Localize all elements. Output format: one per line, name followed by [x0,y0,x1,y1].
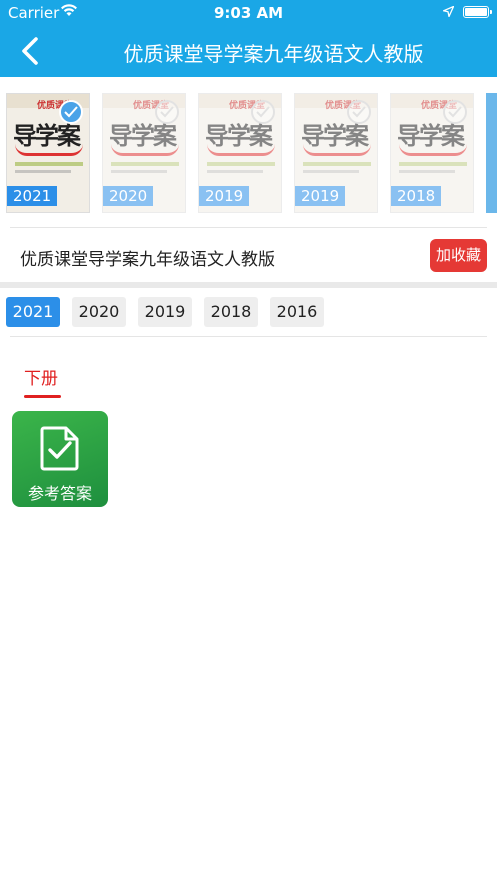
cover-year-badge: 2019 [199,186,250,206]
nav-bar: 优质课堂导学案九年级语文人教版 [0,26,497,77]
clock: 9:03 AM [213,4,284,22]
checkmark-icon[interactable] [155,100,179,124]
answer-label: 参考答案 [27,484,92,503]
year-chip[interactable]: 2021 [6,297,60,327]
battery-icon [463,6,492,18]
year-chip[interactable]: 2020 [72,297,126,327]
cover-carousel[interactable]: 优质课堂 导学案 2021 优质课堂 导学案 2020 优质课堂 导学案 201… [0,91,497,215]
tab-indicator [24,395,61,398]
cover-item-partial[interactable] [486,93,497,213]
tab-volume[interactable]: 下册 [24,364,58,389]
cover-year-badge: 2019 [295,186,346,206]
year-chip[interactable]: 2019 [138,297,192,327]
year-chip[interactable]: 2018 [204,297,258,327]
book-info-row: 优质课堂导学案九年级语文人教版 加收藏 [0,229,497,282]
checkmark-icon[interactable] [347,100,371,124]
answer-button[interactable]: 参考答案 [12,411,108,507]
section-separator [0,282,497,288]
chevron-left-icon[interactable] [16,36,46,66]
document-check-icon [40,426,79,471]
cover-item[interactable]: 优质课堂 导学案 2021 [6,93,90,213]
cover-item[interactable]: 优质课堂 导学案 2018 [390,93,474,213]
checkmark-icon[interactable] [443,100,467,124]
status-bar: Carrier 9:03 AM [0,0,497,26]
cover-year-badge: 2021 [7,186,58,206]
year-chip[interactable]: 2016 [270,297,324,327]
cover-year-badge: 2018 [391,186,442,206]
book-name: 优质课堂导学案九年级语文人教版 [20,250,275,270]
add-favorite-button[interactable]: 加收藏 [430,239,487,272]
checkmark-icon[interactable] [251,100,275,124]
cover-item[interactable]: 优质课堂 导学案 2019 [198,93,282,213]
checkmark-icon[interactable] [59,100,83,124]
cover-item[interactable]: 优质课堂 导学案 2019 [294,93,378,213]
divider [10,336,487,337]
location-arrow-icon [443,6,454,17]
cover-year-badge: 2020 [103,186,154,206]
cover-item[interactable]: 优质课堂 导学案 2020 [102,93,186,213]
divider [10,227,487,228]
page-title: 优质课堂导学案九年级语文人教版 [123,42,424,66]
